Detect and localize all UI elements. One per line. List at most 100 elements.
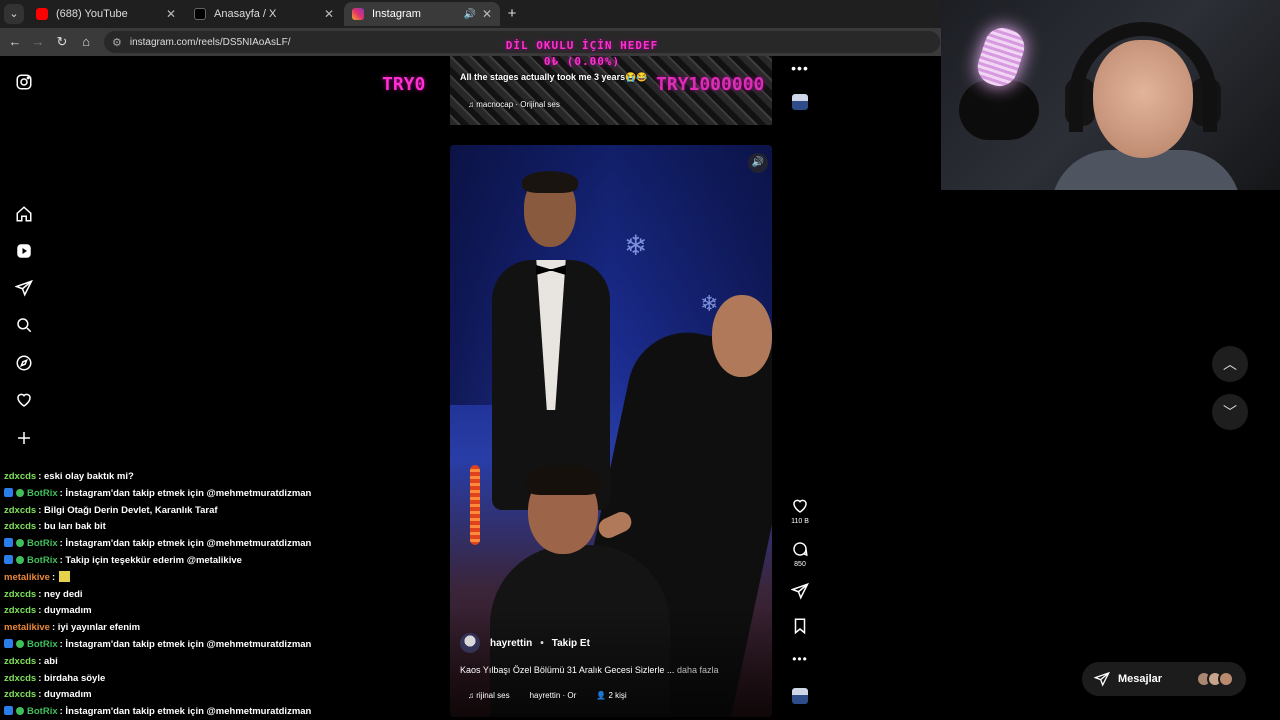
chat-message: metalikive: — [4, 570, 374, 587]
webcam-overlay — [941, 0, 1280, 190]
avatar — [1218, 671, 1234, 687]
chat-message: zdxcds: duymadım — [4, 603, 374, 620]
search-icon[interactable] — [14, 315, 34, 335]
reels-icon[interactable] — [14, 241, 34, 261]
close-tab-icon[interactable]: ✕ — [482, 7, 492, 21]
reel-audio[interactable]: ♫ rijinal ses — [468, 691, 510, 700]
mod-badge-icon — [4, 554, 13, 564]
tab-audio-icon[interactable]: 🔊 — [463, 9, 475, 20]
chat-text: : duymadım — [38, 605, 92, 617]
goal-current-amount: TRY0 — [382, 74, 426, 95]
tab-search-menu-icon[interactable]: ⌄ — [4, 4, 24, 24]
reel-caption: All the stages actually took me 3 years😭… — [460, 72, 648, 82]
more-link[interactable]: daha fazla — [677, 665, 719, 675]
chat-text: : ney dedi — [38, 588, 83, 600]
follow-button[interactable]: Takip Et — [552, 638, 590, 649]
avatar[interactable] — [460, 633, 480, 653]
youtube-icon — [36, 8, 48, 20]
bot-badge-icon — [16, 488, 24, 497]
tab-x[interactable]: Anasayfa / X ✕ — [186, 2, 342, 26]
reel-video[interactable]: ❄ ❄ 🔊 hayrettin • Takip Et Kaos Yılbaşı … — [450, 145, 772, 717]
new-tab-button[interactable]: + — [504, 4, 520, 24]
tab-instagram[interactable]: Instagram 🔊 ✕ — [344, 2, 500, 26]
chat-username: zdxcds — [4, 605, 37, 617]
mod-badge-icon — [4, 706, 13, 716]
mod-badge-icon — [4, 638, 13, 648]
chat-message: zdxcds: eski olay baktık mi? — [4, 469, 374, 486]
message-avatars — [1196, 671, 1234, 687]
chat-username: zdxcds — [4, 672, 37, 684]
instagram-logo-icon[interactable] — [14, 72, 34, 92]
goal-progress: 0₺ (0.00%) — [543, 55, 621, 68]
mod-badge-icon — [4, 487, 13, 497]
chat-message: metalikive: iyi yayınlar efenim — [4, 620, 374, 637]
bot-badge-icon — [16, 539, 24, 548]
chat-text: : İnstagram'dan takip etmek için @mehmet… — [59, 706, 312, 718]
comment-count: 850 — [794, 561, 806, 568]
reel-description: Kaos Yılbaşı Özel Bölümü 31 Aralık Geces… — [460, 665, 719, 675]
explore-icon[interactable] — [14, 353, 34, 373]
chat-username: metalikive — [4, 622, 50, 634]
home-button[interactable]: ⌂ — [76, 32, 96, 52]
bookmark-icon — [794, 618, 806, 635]
next-reel-button[interactable]: ﹀ — [1212, 394, 1248, 430]
more-options-icon[interactable]: ••• — [786, 652, 814, 666]
chat-text: : duymadım — [38, 689, 92, 701]
bot-badge-icon — [16, 555, 24, 564]
username[interactable]: hayrettin — [490, 638, 532, 649]
audio-thumbnail[interactable] — [792, 688, 808, 704]
screen: ⌄ (688) YouTube ✕ Anasayfa / X ✕ Instagr… — [0, 0, 1280, 720]
chat-text: : bu ları bak bit — [38, 521, 106, 533]
previous-audio-thumbnail[interactable] — [792, 94, 808, 110]
chat-text: : — [51, 571, 56, 583]
forward-button[interactable]: → — [28, 32, 48, 52]
close-tab-icon[interactable]: ✕ — [324, 7, 334, 21]
share-icon — [791, 582, 809, 600]
audio-owner[interactable]: hayrettin · Or — [530, 691, 577, 700]
tab-title: Anasayfa / X — [214, 8, 277, 20]
chat-text: : iyi yayınlar efenim — [51, 622, 141, 634]
back-button[interactable]: ← — [5, 32, 25, 52]
chat-username: zdxcds — [4, 655, 37, 667]
reel-audio[interactable]: ♫ macnocap · Orijinal ses — [468, 100, 560, 109]
bot-badge-icon — [16, 639, 24, 648]
volume-icon[interactable]: 🔊 — [748, 153, 768, 173]
messages-label: Mesajlar — [1118, 673, 1163, 685]
home-icon[interactable] — [14, 204, 34, 224]
site-info-icon[interactable]: ⚙ — [112, 36, 122, 49]
tagged-people[interactable]: 👤 2 kişi — [596, 691, 626, 700]
heart-icon — [793, 499, 807, 513]
chat-username: metalikive — [4, 571, 50, 583]
url-text: instagram.com/reels/DS5NIAoAsLF/ — [129, 36, 291, 48]
create-icon[interactable] — [14, 428, 34, 448]
chat-text: : İnstagram'dan takip etmek için @mehmet… — [59, 538, 312, 550]
notifications-heart-icon[interactable] — [14, 390, 34, 410]
reel-meta: ♫ rijinal ses hayrettin · Or 👤 2 kişi — [468, 691, 627, 700]
more-options-top-icon[interactable]: ••• — [786, 60, 814, 76]
share-button[interactable] — [786, 582, 814, 600]
reload-button[interactable]: ↻ — [52, 32, 72, 52]
direct-messages-icon[interactable] — [14, 278, 34, 298]
chat-text: : Takip için teşekkür ederim @metalikive — [59, 554, 242, 566]
tab-youtube[interactable]: (688) YouTube ✕ — [28, 2, 184, 26]
headset — [1069, 22, 1217, 132]
chat-emote-icon — [59, 570, 71, 582]
mod-badge-icon — [4, 538, 13, 548]
chat-text: : birdaha söyle — [38, 672, 106, 684]
like-button[interactable]: 110 B — [786, 497, 814, 525]
save-button[interactable] — [786, 617, 814, 635]
comment-button[interactable]: 850 — [786, 540, 814, 568]
chat-message: BotRix: İnstagram'dan takip etmek için @… — [4, 536, 374, 553]
close-tab-icon[interactable]: ✕ — [166, 7, 176, 21]
chat-text: : eski olay baktık mi? — [38, 471, 134, 482]
chat-message: BotRix: İnstagram'dan takip etmek için @… — [4, 486, 374, 503]
direct-icon — [1094, 671, 1110, 687]
chat-message: BotRix: İnstagram'dan takip etmek için @… — [4, 704, 374, 720]
video-frame: ❄ ❄ — [450, 145, 772, 717]
previous-reel-button[interactable]: ︿ — [1212, 346, 1248, 382]
chat-message: BotRix: İnstagram'dan takip etmek için @… — [4, 637, 374, 654]
messages-button[interactable]: Mesajlar — [1082, 662, 1246, 696]
description-text: Kaos Yılbaşı Özel Bölümü 31 Aralık Geces… — [460, 665, 675, 675]
chat-text: : İnstagram'dan takip etmek için @mehmet… — [59, 487, 312, 499]
chat-text: : abi — [38, 655, 58, 667]
